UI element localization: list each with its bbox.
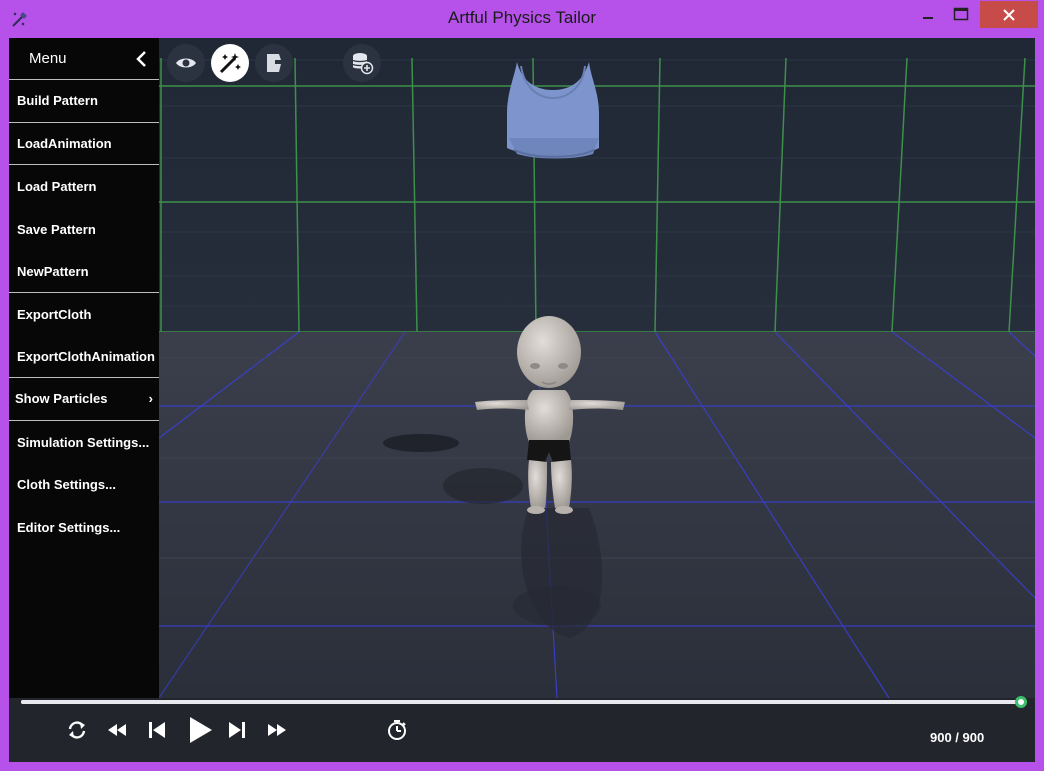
client-area: Menu Build Pattern LoadAnimation Load Pa… xyxy=(9,38,1035,762)
rewind-button[interactable] xyxy=(105,716,129,744)
menu-item-label: Editor Settings... xyxy=(17,519,121,535)
maximize-button[interactable] xyxy=(944,0,978,28)
database-add-icon xyxy=(352,53,374,75)
menu-item-simulation-settings[interactable]: Simulation Settings... xyxy=(9,421,159,464)
menu-item-label: Save Pattern xyxy=(17,221,96,237)
app-window: Artful Physics Tailor Menu Build Pattern… xyxy=(0,0,1044,771)
rewind-icon xyxy=(108,724,126,736)
menu-item-load-animation[interactable]: LoadAnimation xyxy=(9,123,159,166)
menu-title: Menu xyxy=(29,50,67,67)
menu-item-show-particles[interactable]: Show Particles › xyxy=(9,378,159,421)
timer-button[interactable] xyxy=(385,716,409,744)
scene-canvas xyxy=(9,38,1035,699)
menu-header: Menu xyxy=(9,38,159,80)
side-menu: Menu Build Pattern LoadAnimation Load Pa… xyxy=(9,38,159,698)
scene-viewport[interactable]: Menu Build Pattern LoadAnimation Load Pa… xyxy=(9,38,1035,699)
title-bar: Artful Physics Tailor xyxy=(0,0,1044,38)
chevron-right-icon: › xyxy=(148,391,153,407)
menu-item-export-cloth[interactable]: ExportCloth xyxy=(9,293,159,336)
menu-item-label: LoadAnimation xyxy=(17,135,112,151)
magic-wand-icon xyxy=(219,53,241,74)
play-button[interactable] xyxy=(185,716,215,744)
menu-item-label: Cloth Settings... xyxy=(17,477,116,493)
menu-item-label: Load Pattern xyxy=(17,178,97,194)
loop-icon xyxy=(68,721,86,739)
skip-back-button[interactable] xyxy=(145,716,169,744)
skip-forward-button[interactable] xyxy=(225,716,249,744)
timeline-progress xyxy=(21,700,1021,704)
menu-item-label: ExportCloth xyxy=(17,306,92,322)
add-database-button[interactable] xyxy=(343,44,381,82)
garment-button[interactable] xyxy=(255,44,293,82)
minimize-icon xyxy=(923,17,933,19)
frame-counter: 900 / 900 xyxy=(930,730,985,745)
window-title: Artful Physics Tailor xyxy=(447,8,596,27)
eye-icon xyxy=(176,58,196,68)
menu-item-new-pattern[interactable]: NewPattern xyxy=(9,250,159,293)
toggle-visibility-button[interactable] xyxy=(167,44,205,82)
timeline-handle[interactable] xyxy=(1015,696,1027,708)
fast-forward-button[interactable] xyxy=(265,716,289,744)
menu-item-export-cloth-animation[interactable]: ExportClothAnimation xyxy=(9,336,159,379)
menu-item-label: Show Particles xyxy=(15,391,108,407)
close-icon xyxy=(1003,8,1015,21)
magic-wand-button[interactable] xyxy=(211,44,249,82)
loop-button[interactable] xyxy=(65,716,89,744)
garment-icon xyxy=(267,54,281,72)
menu-item-label: ExportClothAnimation xyxy=(17,348,155,364)
close-button[interactable] xyxy=(980,1,1038,28)
timer-icon xyxy=(388,720,406,740)
menu-item-build-pattern[interactable]: Build Pattern xyxy=(9,80,159,123)
maximize-icon xyxy=(953,7,969,21)
play-icon xyxy=(190,717,212,743)
skip-forward-icon xyxy=(229,722,245,738)
menu-item-label: Build Pattern xyxy=(17,93,98,109)
menu-item-save-pattern[interactable]: Save Pattern xyxy=(9,208,159,251)
menu-item-load-pattern[interactable]: Load Pattern xyxy=(9,165,159,208)
timeline-bar: 900 / 900 xyxy=(9,696,1035,762)
timeline-slider[interactable] xyxy=(21,696,1027,708)
chevron-left-icon[interactable] xyxy=(135,50,147,68)
menu-item-label: Simulation Settings... xyxy=(17,434,150,450)
skip-back-icon xyxy=(149,722,165,738)
fast-forward-icon xyxy=(268,724,286,736)
menu-item-cloth-settings[interactable]: Cloth Settings... xyxy=(9,463,159,506)
minimize-button[interactable] xyxy=(912,0,944,28)
menu-item-editor-settings[interactable]: Editor Settings... xyxy=(9,506,159,549)
menu-item-label: NewPattern xyxy=(17,263,89,279)
